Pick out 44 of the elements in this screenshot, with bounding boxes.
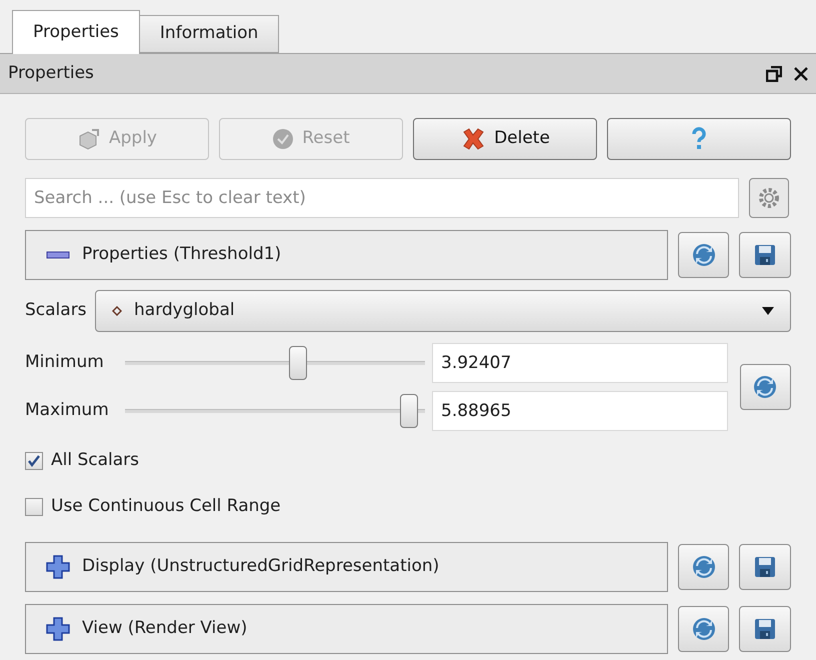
range-label: Minimum [25,351,105,374]
tab[interactable]: Properties [12,10,140,54]
checkbox-label: Use Continuous Cell Range [51,495,281,518]
value-field[interactable]: 3.92407 [432,343,728,383]
section-header[interactable]: Properties (Threshold1) [25,230,668,280]
refresh-button[interactable] [678,232,730,278]
caret-icon [762,307,774,315]
close-icon[interactable] [794,66,808,80]
refresh-button[interactable] [740,364,791,410]
checkbox-label: All Scalars [51,449,140,472]
tab[interactable]: Information [140,15,280,53]
checkbox[interactable] [25,452,43,470]
search-field[interactable]: Search ... (use Esc to clear text) [25,178,739,218]
settings-button[interactable] [749,178,789,218]
slider-thumb[interactable] [289,346,308,380]
question-mark-icon [691,127,707,151]
scalars-dropdown[interactable]: hardyglobal [95,290,791,332]
save-button[interactable] [739,544,791,590]
plus-icon [46,555,70,579]
refresh-icon [690,242,717,268]
refresh-button[interactable] [678,606,730,652]
slider-thumb[interactable] [400,394,418,428]
settings-icon [756,185,782,211]
panel-title: Properties [8,62,94,85]
refresh-icon [690,616,717,642]
help-button[interactable] [607,118,791,160]
float-window-icon[interactable] [766,66,782,82]
plus-icon [46,617,70,641]
save-button[interactable] [739,606,791,652]
circle-check-icon [272,128,294,150]
checkbox[interactable] [25,498,43,516]
minus-icon [46,251,70,259]
value-field[interactable]: 5.88965 [432,391,728,431]
section-header[interactable]: View (Render View) [25,604,668,654]
section-header[interactable]: Display (UnstructuredGridRepresentation) [25,542,668,592]
scalars-label: Scalars [25,299,88,322]
cube-icon [77,128,101,150]
refresh-icon [690,554,717,580]
refresh-icon [752,374,778,400]
save-button[interactable] [739,232,791,278]
range-label: Maximum [25,399,110,422]
delete-button[interactable]: Delete [413,118,597,160]
refresh-button[interactable] [678,544,730,590]
point-data-icon [112,306,122,316]
